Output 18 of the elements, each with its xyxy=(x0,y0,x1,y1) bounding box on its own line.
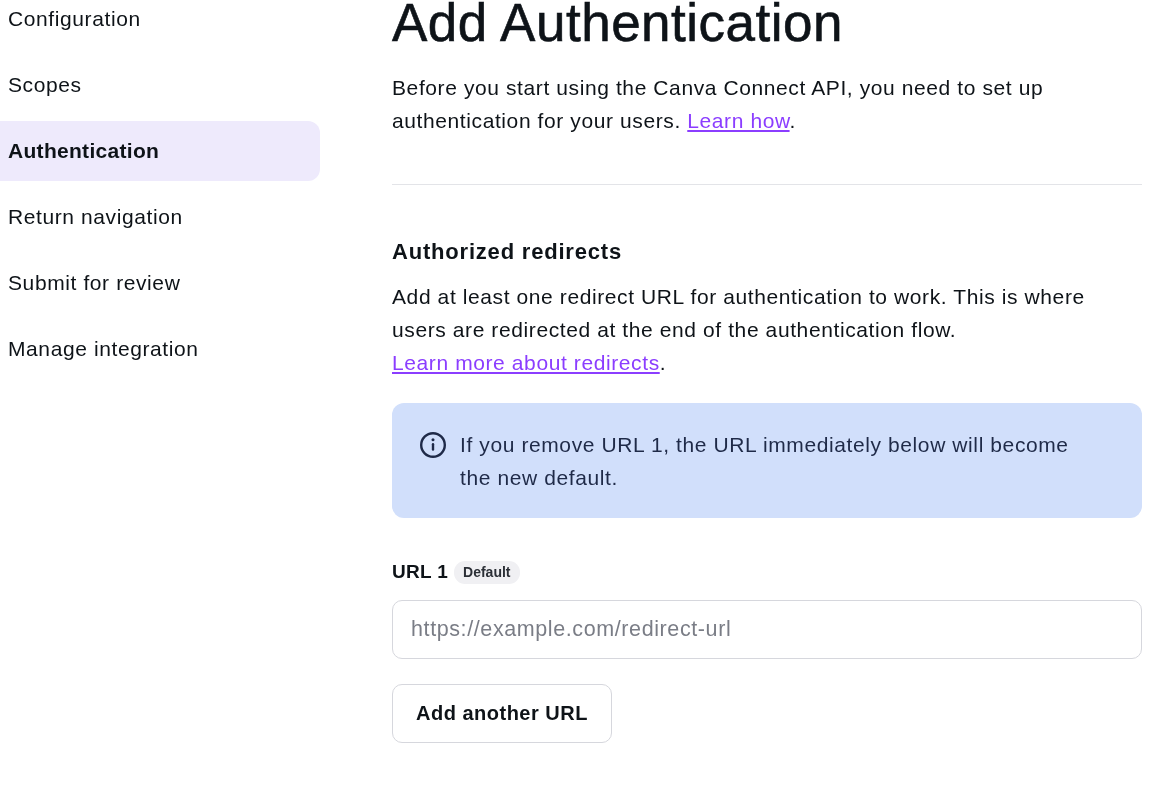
page-title: Add Authentication xyxy=(392,0,843,49)
sidebar-item[interactable]: Configuration xyxy=(0,0,320,49)
sidebar-item[interactable]: Scopes xyxy=(0,55,320,115)
default-tag: Default xyxy=(454,560,520,584)
redirects-link[interactable]: Learn more about redirects xyxy=(392,351,660,374)
add-url-button[interactable]: Add another URL xyxy=(392,684,612,743)
intro-text: Before you start using the Canva Connect API, you need to set up authentication for your users. Learn how. xyxy=(392,75,1045,134)
info-text: If you remove URL 1, the URL immediately below will become the new default. xyxy=(460,432,1070,491)
section-heading: Authorized redirects xyxy=(392,238,622,266)
learn-how-link[interactable]: Learn how xyxy=(687,109,790,132)
sidebar-item[interactable]: Authentication xyxy=(0,121,320,181)
field-label: URL 1 xyxy=(392,560,449,584)
sidebar-item[interactable]: Manage integration xyxy=(0,319,320,379)
info-icon xyxy=(420,432,446,458)
sidebar-item[interactable]: Return navigation xyxy=(0,187,320,247)
section-description: Add at least one redirect URL for authentication to work. This is where users are redirected at the end of the authentication flow. Learn more about redirects. xyxy=(392,284,1086,376)
url-field[interactable]: https://example.com/redirect-url xyxy=(392,600,1142,659)
sidebar-item[interactable]: Submit for review xyxy=(0,253,320,313)
